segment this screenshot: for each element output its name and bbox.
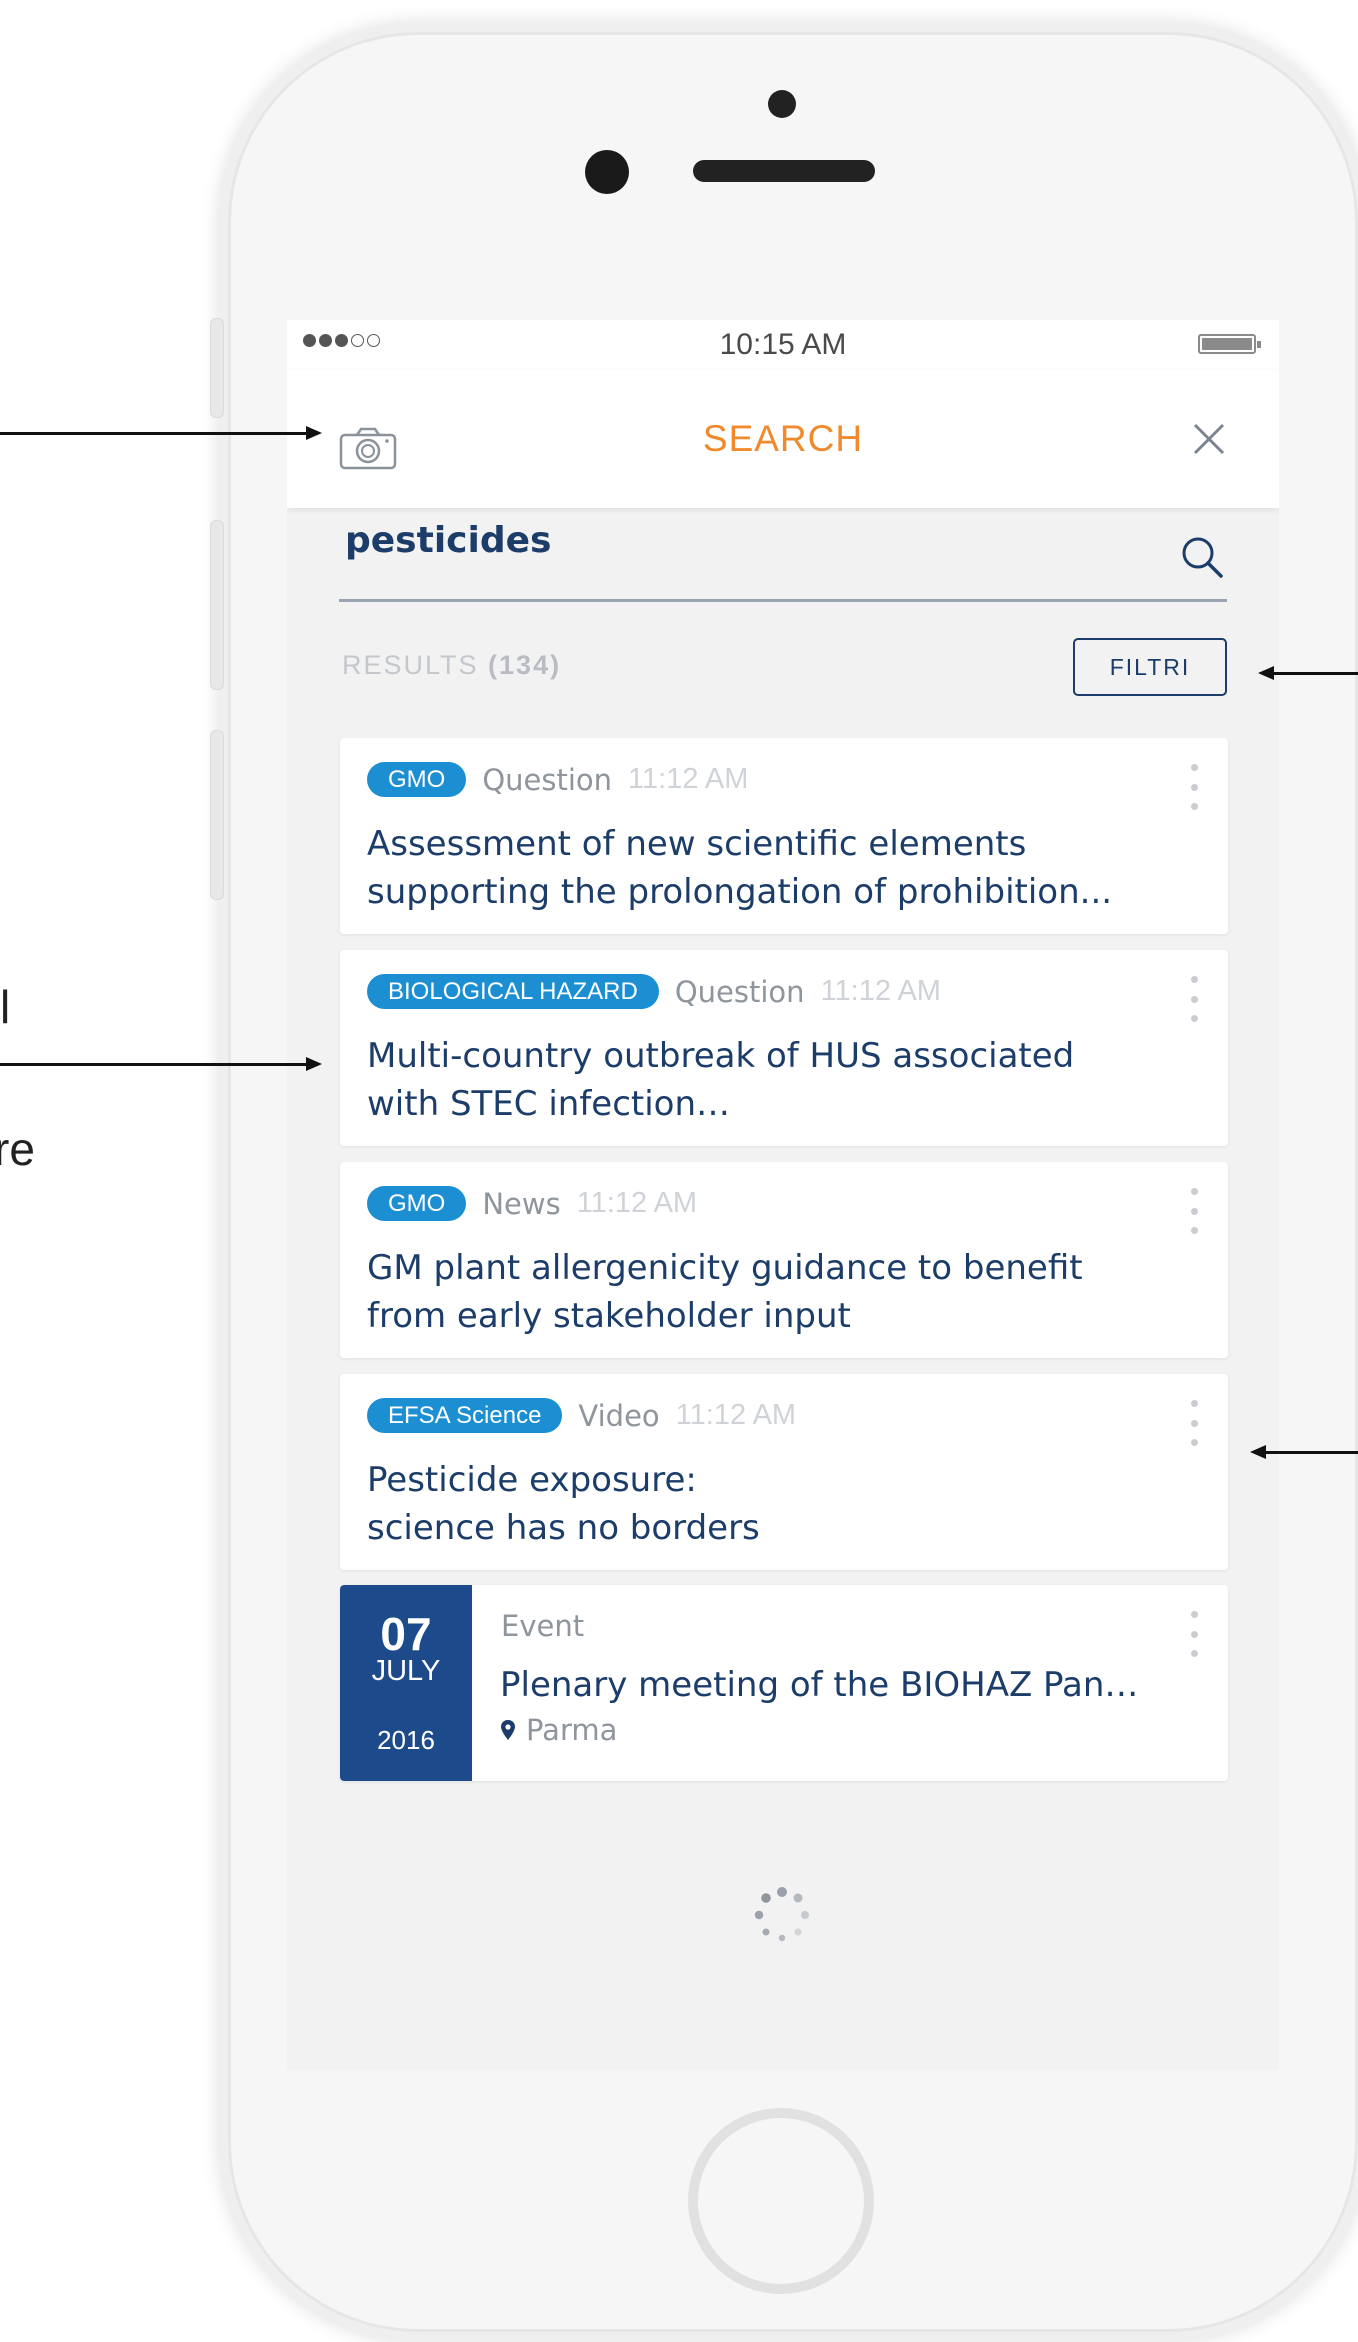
page-title: SEARCH bbox=[702, 418, 864, 459]
proximity-sensor bbox=[768, 90, 796, 118]
card-title: Pesticide exposure: science has no borde… bbox=[367, 1460, 760, 1548]
timestamp: 11:12 AM bbox=[675, 1399, 797, 1431]
result-card[interactable]: GMO Question 11:12 AM Assessment of new … bbox=[340, 738, 1228, 934]
category-tag: EFSA Science bbox=[367, 1398, 563, 1433]
event-year: 2016 bbox=[377, 1725, 435, 1755]
card-title: Plenary meeting of the BIOHAZ Pan… bbox=[500, 1665, 1139, 1705]
phone-volume-up bbox=[210, 520, 224, 690]
event-day: 07 bbox=[380, 1608, 432, 1660]
content-type: Video bbox=[578, 1398, 660, 1433]
home-button[interactable] bbox=[688, 2108, 874, 2294]
search-underline bbox=[339, 599, 1227, 602]
filter-button[interactable]: FILTRI bbox=[1073, 638, 1227, 696]
event-month: JULY bbox=[371, 1655, 441, 1687]
category-tag: GMO bbox=[367, 762, 467, 797]
event-card[interactable]: 07 JULY 2016 Event Plenary meeting of th… bbox=[340, 1585, 1228, 1781]
timestamp: 11:12 AM bbox=[628, 763, 749, 795]
content-type: News bbox=[482, 1186, 561, 1221]
card-title: Multi-country outbreak of HUS associated… bbox=[367, 1036, 1075, 1124]
status-bar: 10:15 AM bbox=[287, 320, 1279, 370]
result-card[interactable]: GMO News 11:12 AM GM plant allergenicity… bbox=[340, 1162, 1228, 1358]
phone-mute-switch bbox=[210, 318, 224, 418]
result-card[interactable]: EFSA Science Video 11:12 AM Pesticide ex… bbox=[340, 1374, 1228, 1570]
map-pin-icon bbox=[501, 1720, 515, 1740]
results-count: RESULTS (134) bbox=[342, 650, 561, 681]
more-options-icon[interactable] bbox=[1188, 1400, 1200, 1446]
search-input[interactable]: pesticides bbox=[345, 520, 551, 561]
more-options-icon[interactable] bbox=[1188, 1611, 1200, 1657]
annotation-text: l bbox=[0, 981, 11, 1033]
timestamp: 11:12 AM bbox=[576, 1187, 698, 1219]
close-icon[interactable] bbox=[1192, 422, 1226, 456]
annotation-arrow-camera bbox=[0, 426, 322, 440]
location-label: Parma bbox=[526, 1713, 618, 1747]
more-options-icon[interactable] bbox=[1188, 1188, 1200, 1234]
annotation-arrow-filter bbox=[1258, 666, 1358, 680]
earpiece-speaker bbox=[693, 160, 875, 182]
nav-bar: SEARCH bbox=[287, 370, 1279, 508]
annotation-arrow-card bbox=[0, 1057, 322, 1071]
event-date-badge: 07 JULY 2016 bbox=[340, 1585, 472, 1781]
event-location: Parma bbox=[500, 1713, 617, 1747]
front-camera bbox=[585, 150, 629, 194]
more-options-icon[interactable] bbox=[1188, 764, 1200, 810]
results-label: RESULTS bbox=[342, 650, 479, 680]
category-tag: GMO bbox=[367, 1186, 467, 1221]
annotation-text: re bbox=[0, 1123, 35, 1175]
result-card[interactable]: BIOLOGICAL HAZARD Question 11:12 AM Mult… bbox=[340, 950, 1228, 1146]
results-number: (134) bbox=[488, 650, 562, 680]
loading-spinner-icon bbox=[753, 1886, 811, 1944]
card-title: Assessment of new scientific elements su… bbox=[367, 824, 1113, 912]
status-time: 10:15 AM bbox=[719, 328, 847, 361]
more-options-icon[interactable] bbox=[1188, 976, 1200, 1022]
annotation-arrow-video bbox=[1250, 1445, 1358, 1459]
content-type: Question bbox=[482, 762, 613, 797]
battery-icon bbox=[1198, 334, 1261, 354]
content-type: Question bbox=[674, 974, 805, 1009]
category-tag: BIOLOGICAL HAZARD bbox=[367, 974, 659, 1009]
content-type: Event bbox=[501, 1609, 585, 1643]
card-title: GM plant allergenicity guidance to benef… bbox=[367, 1248, 1083, 1336]
phone-volume-down bbox=[210, 730, 224, 900]
timestamp: 11:12 AM bbox=[820, 975, 941, 1007]
search-icon[interactable] bbox=[1180, 535, 1224, 579]
app-screen: 10:15 AM SEARCH pesticides RESULTS (134)… bbox=[287, 320, 1279, 2070]
